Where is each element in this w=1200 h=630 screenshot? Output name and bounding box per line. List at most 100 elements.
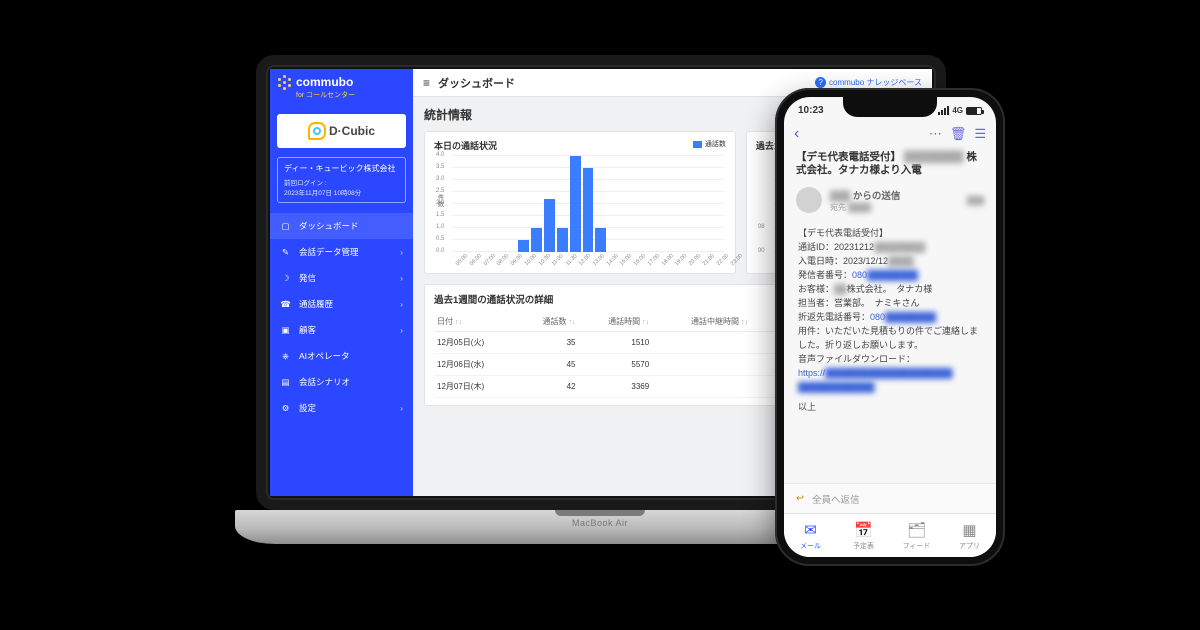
nav-label: ダッシュボード bbox=[299, 220, 359, 232]
tab-label: メール bbox=[800, 541, 821, 551]
subject-redacted: ████████ bbox=[904, 151, 964, 163]
nav-outbound[interactable]: ☽ 発信 › bbox=[270, 265, 413, 291]
last-login-label: 前回ログイン : bbox=[284, 180, 327, 187]
nav-scenario[interactable]: ▤ 会話シナリオ bbox=[270, 369, 413, 395]
nav-settings[interactable]: ⚙ 設定 › bbox=[270, 395, 413, 421]
dashboard-icon: ▢ bbox=[280, 221, 291, 232]
mail-sender: ███ からの送信 宛先 ████ ███ bbox=[784, 185, 996, 219]
brand-logo-icon bbox=[278, 75, 292, 89]
carrier-label: 4G bbox=[952, 106, 963, 115]
to-redacted: ████ bbox=[848, 203, 871, 212]
last-login-value: 2023年11月07日 10時08分 bbox=[284, 190, 361, 197]
field-label: 折返先電話番号： bbox=[798, 312, 870, 322]
nav-dashboard[interactable]: ▢ ダッシュボード bbox=[270, 213, 413, 239]
field-value: 080 bbox=[852, 270, 867, 280]
subject-prefix: 【デモ代表電話受付】 bbox=[796, 151, 901, 163]
table-header[interactable]: 日付↑↓ bbox=[434, 312, 517, 332]
field-value: 2023/12/12 bbox=[843, 256, 888, 266]
field-label: お客様： bbox=[798, 284, 834, 294]
field-label: 発信者番号： bbox=[798, 270, 852, 280]
nav-label: AIオペレータ bbox=[299, 350, 350, 362]
from-redacted: ███ bbox=[830, 191, 850, 202]
help-link[interactable]: ? commubo ナレッジベース bbox=[815, 77, 922, 88]
today-calls-chart: 件数 0.00.51.01.52.02.53.03.54.0 05:0006:0… bbox=[434, 156, 726, 266]
mail-body: 【デモ代表電話受付】 通話ID：20231212████████ 入電日時：20… bbox=[784, 219, 996, 422]
body-line: 音声ファイルダウンロード： bbox=[798, 353, 982, 367]
reply-icon: ↩ bbox=[796, 493, 804, 504]
legend-swatch-icon bbox=[693, 141, 702, 148]
nav-ai-operator[interactable]: ⎈ AIオペレータ bbox=[270, 343, 413, 369]
battery-icon bbox=[966, 107, 982, 115]
today-calls-card: 通話数 本日の通話状況 件数 0.00.51.01.52.02.53.03.54… bbox=[424, 131, 736, 274]
nav-label: 会話データ管理 bbox=[299, 246, 359, 258]
mail-subject: 【デモ代表電話受付】 ████████ 株式会社。タナカ様より入電 bbox=[784, 147, 996, 185]
nav-label: 顧客 bbox=[299, 324, 316, 336]
tab-bar: ✉ メール 📅 予定表 🗂 フィード ▦ アプリ bbox=[784, 513, 996, 557]
tab-label: 予定表 bbox=[853, 541, 874, 551]
tab-mail[interactable]: ✉ メール bbox=[784, 514, 837, 557]
customer-icon: ▣ bbox=[280, 325, 291, 336]
field-value: 株式会社。 タナカ様 bbox=[847, 284, 933, 294]
phone-icon: ☎ bbox=[280, 299, 291, 310]
body-closing: 以上 bbox=[798, 401, 982, 415]
chevron-icon: › bbox=[400, 403, 403, 413]
brand-name: commubo bbox=[296, 75, 353, 89]
partner-logo: D·Cubic bbox=[277, 114, 406, 148]
chevron-icon: › bbox=[400, 247, 403, 257]
company-card: ディー・キュービック株式会社 前回ログイン : 2023年11月07日 10時0… bbox=[277, 157, 406, 203]
table-header[interactable]: 通話時間↑↓ bbox=[578, 312, 652, 332]
field-value: 営業部。 ナミキさん bbox=[834, 298, 920, 308]
apps-icon: ▦ bbox=[962, 521, 976, 539]
gear-icon: ⚙ bbox=[280, 403, 291, 414]
table-header[interactable]: 通話数↑↓ bbox=[517, 312, 578, 332]
partner-logo-text: D·Cubic bbox=[329, 124, 375, 138]
table-header[interactable]: 通話中継時間↑↓ bbox=[652, 312, 751, 332]
nav-label: 会話シナリオ bbox=[299, 376, 350, 388]
moon-icon: ☽ bbox=[280, 273, 291, 284]
avatar bbox=[796, 187, 822, 213]
edit-icon: ✎ bbox=[280, 247, 291, 258]
tab-apps[interactable]: ▦ アプリ bbox=[943, 514, 996, 557]
back-icon[interactable]: ‹ bbox=[794, 125, 799, 143]
body-line: 用件：いただいた見積もりの件でご連絡しました。折り返しお願いします。 bbox=[798, 325, 982, 353]
field-value: 080 bbox=[870, 312, 885, 322]
download-link[interactable]: https:// bbox=[798, 368, 825, 378]
chevron-icon: › bbox=[400, 273, 403, 283]
ai-icon: ⎈ bbox=[280, 351, 291, 362]
field-label: 担当者： bbox=[798, 298, 834, 308]
card-title: 本日の通話状況 bbox=[434, 139, 726, 152]
legend-label: 通話数 bbox=[705, 139, 726, 149]
archive-icon[interactable]: ☰ bbox=[974, 126, 986, 142]
reply-bar[interactable]: ↩ 全員へ返信 bbox=[784, 483, 996, 513]
from-suffix: からの送信 bbox=[853, 191, 901, 202]
chevron-icon: › bbox=[400, 299, 403, 309]
nav-call-history[interactable]: ☎ 通話履歴 › bbox=[270, 291, 413, 317]
nav-customer[interactable]: ▣ 顧客 › bbox=[270, 317, 413, 343]
dcubic-icon bbox=[308, 122, 326, 140]
timestamp-redacted: ███ bbox=[967, 196, 984, 205]
brand: commubo for コールセンター bbox=[270, 69, 413, 108]
tab-calendar[interactable]: 📅 予定表 bbox=[837, 514, 890, 557]
chevron-icon: › bbox=[400, 325, 403, 335]
mail-toolbar: ‹ ⋯ 🗑 ☰ bbox=[784, 121, 996, 147]
body-header: 【デモ代表電話受付】 bbox=[798, 227, 982, 241]
page-title: ダッシュボード bbox=[438, 75, 515, 91]
feed-icon: 🗂 bbox=[907, 521, 926, 539]
more-icon[interactable]: ⋯ bbox=[929, 126, 942, 142]
field-label: 入電日時： bbox=[798, 256, 843, 266]
help-icon: ? bbox=[815, 77, 826, 88]
reply-placeholder: 全員へ返信 bbox=[812, 492, 860, 506]
nav-label: 発信 bbox=[299, 272, 316, 284]
mail-icon: ✉ bbox=[804, 521, 817, 539]
tab-feed[interactable]: 🗂 フィード bbox=[890, 514, 943, 557]
trash-icon[interactable]: 🗑 bbox=[950, 126, 967, 142]
field-value: 20231212 bbox=[834, 242, 874, 252]
tab-label: アプリ bbox=[959, 541, 980, 551]
nav-conversation-data[interactable]: ✎ 会話データ管理 › bbox=[270, 239, 413, 265]
menu-icon[interactable]: ≡ bbox=[423, 76, 430, 90]
brand-subtitle: for コールセンター bbox=[296, 90, 405, 100]
phone-frame: 10:23 4G ‹ ⋯ 🗑 ☰ 【デモ代表電話受付】 ████████ 株式会… bbox=[775, 88, 1005, 566]
calendar-icon: 📅 bbox=[854, 521, 873, 539]
help-text: commubo ナレッジベース bbox=[829, 77, 922, 88]
nav-label: 設定 bbox=[299, 402, 316, 414]
